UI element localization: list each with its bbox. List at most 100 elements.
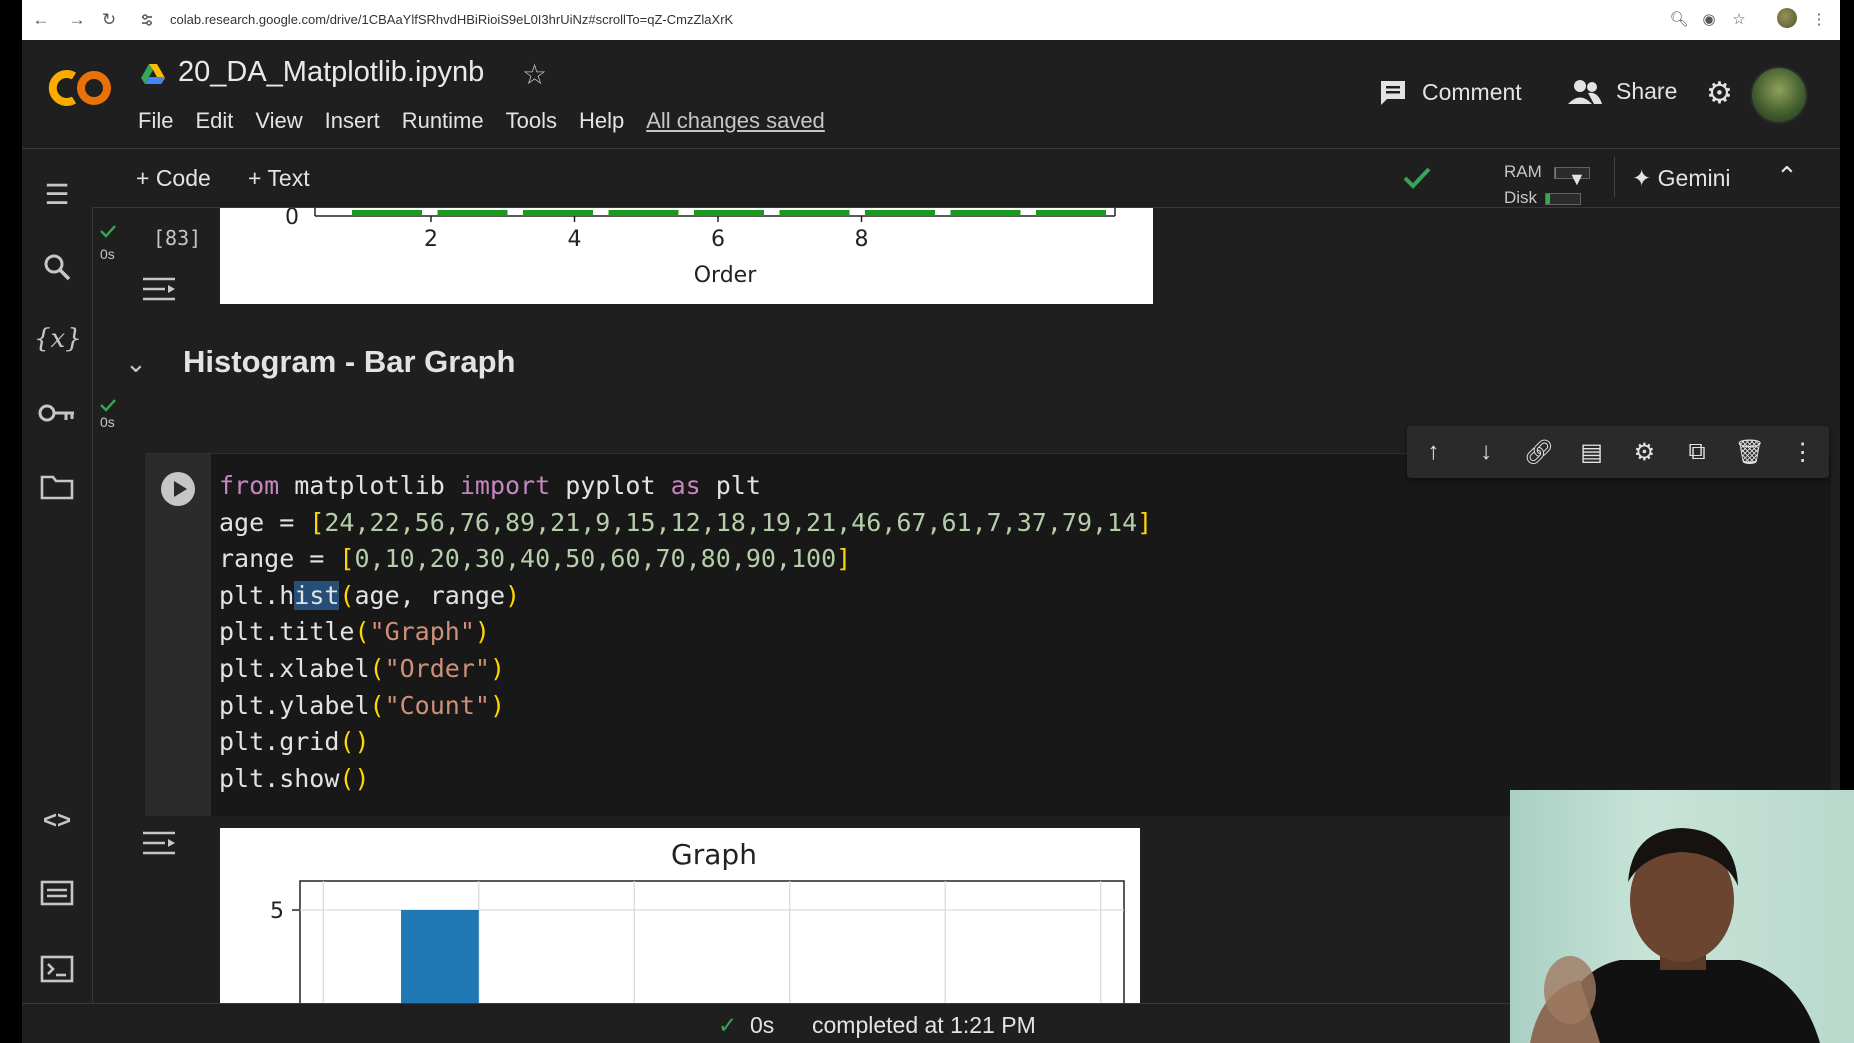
bar [352, 210, 422, 216]
cell-done-check-icon [100, 225, 116, 238]
search-icon[interactable] [34, 247, 80, 287]
link-icon[interactable]: 🔗︎ [1521, 438, 1557, 467]
comment-label: Comment [1422, 78, 1522, 105]
output-actions-icon[interactable] [141, 274, 177, 304]
code-line-4: plt.hist(age, range) [219, 580, 521, 610]
gemini-label: Gemini [1657, 165, 1731, 191]
status-check-icon: ✓ [718, 1012, 738, 1038]
add-text-button[interactable]: + Text [248, 165, 310, 192]
files-folder-icon[interactable] [34, 467, 80, 507]
ram-label: RAM [1504, 162, 1542, 181]
menu-help[interactable]: Help [579, 108, 624, 134]
bar [1036, 210, 1106, 216]
menu-edit[interactable]: Edit [195, 108, 233, 134]
secrets-key-icon[interactable] [34, 393, 80, 433]
code-line-9: plt.show() [219, 763, 370, 793]
bar [865, 210, 935, 216]
hist-bars [401, 910, 479, 1003]
x-tick-label: 2 [424, 227, 438, 252]
sparkle-icon: ✦ [1632, 165, 1652, 191]
eye-off-icon[interactable]: ◉ [1698, 9, 1720, 31]
menu-insert[interactable]: Insert [325, 108, 380, 134]
browser-bar: ← → ↻ colab.research.google.com/drive/1C… [22, 0, 1840, 40]
menu-file[interactable]: File [138, 108, 173, 134]
save-status[interactable]: All changes saved [646, 108, 825, 134]
notebook-title[interactable]: 20_DA_Matplotlib.ipynb [178, 56, 484, 89]
share-button[interactable]: Share [1568, 78, 1677, 105]
toolbar-divider [1614, 157, 1615, 197]
delete-icon[interactable]: 🗑︎ [1732, 438, 1768, 467]
bookmark-star-icon[interactable]: ☆ [1728, 9, 1750, 31]
collapse-section-icon[interactable]: ⌄ [125, 348, 147, 379]
code-line-8: plt.grid() [219, 727, 370, 757]
comment-icon [1381, 81, 1405, 105]
star-icon[interactable]: ☆ [522, 58, 547, 91]
collapse-header-icon[interactable]: ⌃ [1776, 161, 1798, 192]
browser-profile-avatar[interactable] [1777, 8, 1797, 28]
bar [694, 210, 764, 216]
browser-menu-icon[interactable]: ⋮ [1808, 9, 1830, 31]
code-line-7: plt.ylabel("Count") [219, 690, 505, 720]
status-completed[interactable]: completed at 1:21 PM [812, 1012, 1036, 1039]
zoom-icon[interactable]: 🔍︎ [1668, 9, 1690, 31]
table-of-contents-icon[interactable]: ☰ [34, 175, 80, 215]
code-line-1: from matplotlib import pyplot as plt [219, 471, 761, 500]
comment-cell-icon[interactable]: ▤ [1574, 438, 1610, 467]
x-ticks: 2 4 6 8 [424, 216, 869, 252]
people-icon [1568, 79, 1602, 104]
bar-series [352, 210, 1106, 216]
colab-logo[interactable] [44, 68, 116, 108]
run-cell-button[interactable] [161, 472, 195, 506]
runtime-dropdown-icon[interactable]: ▼ [1568, 169, 1586, 190]
move-down-icon[interactable]: ↓ [1468, 438, 1504, 466]
command-palette-icon[interactable] [34, 873, 80, 913]
menu-bar: File Edit View Insert Runtime Tools Help… [138, 108, 847, 134]
add-code-button[interactable]: + Code [136, 165, 211, 192]
code-line-6: plt.xlabel("Order") [219, 653, 505, 683]
code-editor[interactable]: from matplotlib import pyplot as plt age… [219, 468, 1152, 797]
menu-view[interactable]: View [255, 108, 302, 134]
site-info-icon[interactable] [140, 10, 154, 30]
code-cell[interactable]: from matplotlib import pyplot as plt age… [145, 453, 1831, 816]
settings-gear-icon[interactable]: ⚙ [1706, 76, 1733, 111]
move-up-icon[interactable]: ↑ [1415, 438, 1451, 466]
y-tick-0: 0 [285, 208, 299, 230]
code-line-5: plt.title("Graph") [219, 617, 490, 647]
share-label: Share [1616, 78, 1678, 104]
cell-settings-icon[interactable]: ⚙ [1626, 438, 1662, 467]
output-chart-2: Graph 5 [220, 828, 1140, 1003]
cell-gutter [145, 454, 211, 816]
cell-toolbar: ↑ ↓ 🔗︎ ▤ ⚙ ⧉ 🗑︎ ⋮ [1407, 426, 1829, 478]
x-tick-label: 8 [855, 227, 869, 252]
notebook-toolbar: + Code + Text RAM Disk ▼ ✦ Gemini ⌃ [92, 149, 1840, 208]
gemini-button[interactable]: ✦ Gemini [1632, 165, 1731, 192]
x-tick-label: 6 [711, 227, 725, 252]
colab-header: 20_DA_Matplotlib.ipynb ☆ File Edit View … [22, 40, 1840, 149]
comment-button[interactable]: Comment [1378, 78, 1522, 106]
y-tick-5: 5 [270, 899, 284, 924]
menu-tools[interactable]: Tools [506, 108, 557, 134]
code-line-3: range = [0,10,20,30,40,50,60,70,80,90,10… [219, 544, 852, 574]
terminal-icon[interactable] [34, 949, 80, 989]
more-options-icon[interactable]: ⋮ [1785, 438, 1821, 467]
presenter-video [1530, 828, 1820, 1043]
output-chart-1: 0 2 4 6 8 Order [220, 208, 1153, 304]
menu-runtime[interactable]: Runtime [402, 108, 484, 134]
user-avatar[interactable] [1750, 66, 1808, 124]
variables-icon[interactable]: {x} [34, 319, 82, 359]
reload-icon[interactable]: ↻ [98, 9, 120, 31]
output2-actions-icon[interactable] [141, 828, 177, 858]
code-snippets-icon[interactable]: <> [34, 801, 80, 841]
section-title: Histogram - Bar Graph [183, 344, 516, 379]
left-sidebar: ☰ {x} <> [22, 149, 93, 1043]
bar [950, 210, 1021, 216]
back-icon[interactable]: ← [30, 9, 52, 31]
webcam-overlay [1510, 790, 1854, 1043]
bar [523, 210, 593, 216]
cell2-duration: 0s [100, 414, 115, 430]
google-drive-icon[interactable] [140, 62, 166, 86]
url-bar[interactable]: colab.research.google.com/drive/1CBAaYlf… [170, 10, 733, 30]
disk-label: Disk [1504, 188, 1538, 207]
forward-icon[interactable]: → [66, 9, 88, 31]
mirror-cell-icon[interactable]: ⧉ [1679, 438, 1715, 466]
